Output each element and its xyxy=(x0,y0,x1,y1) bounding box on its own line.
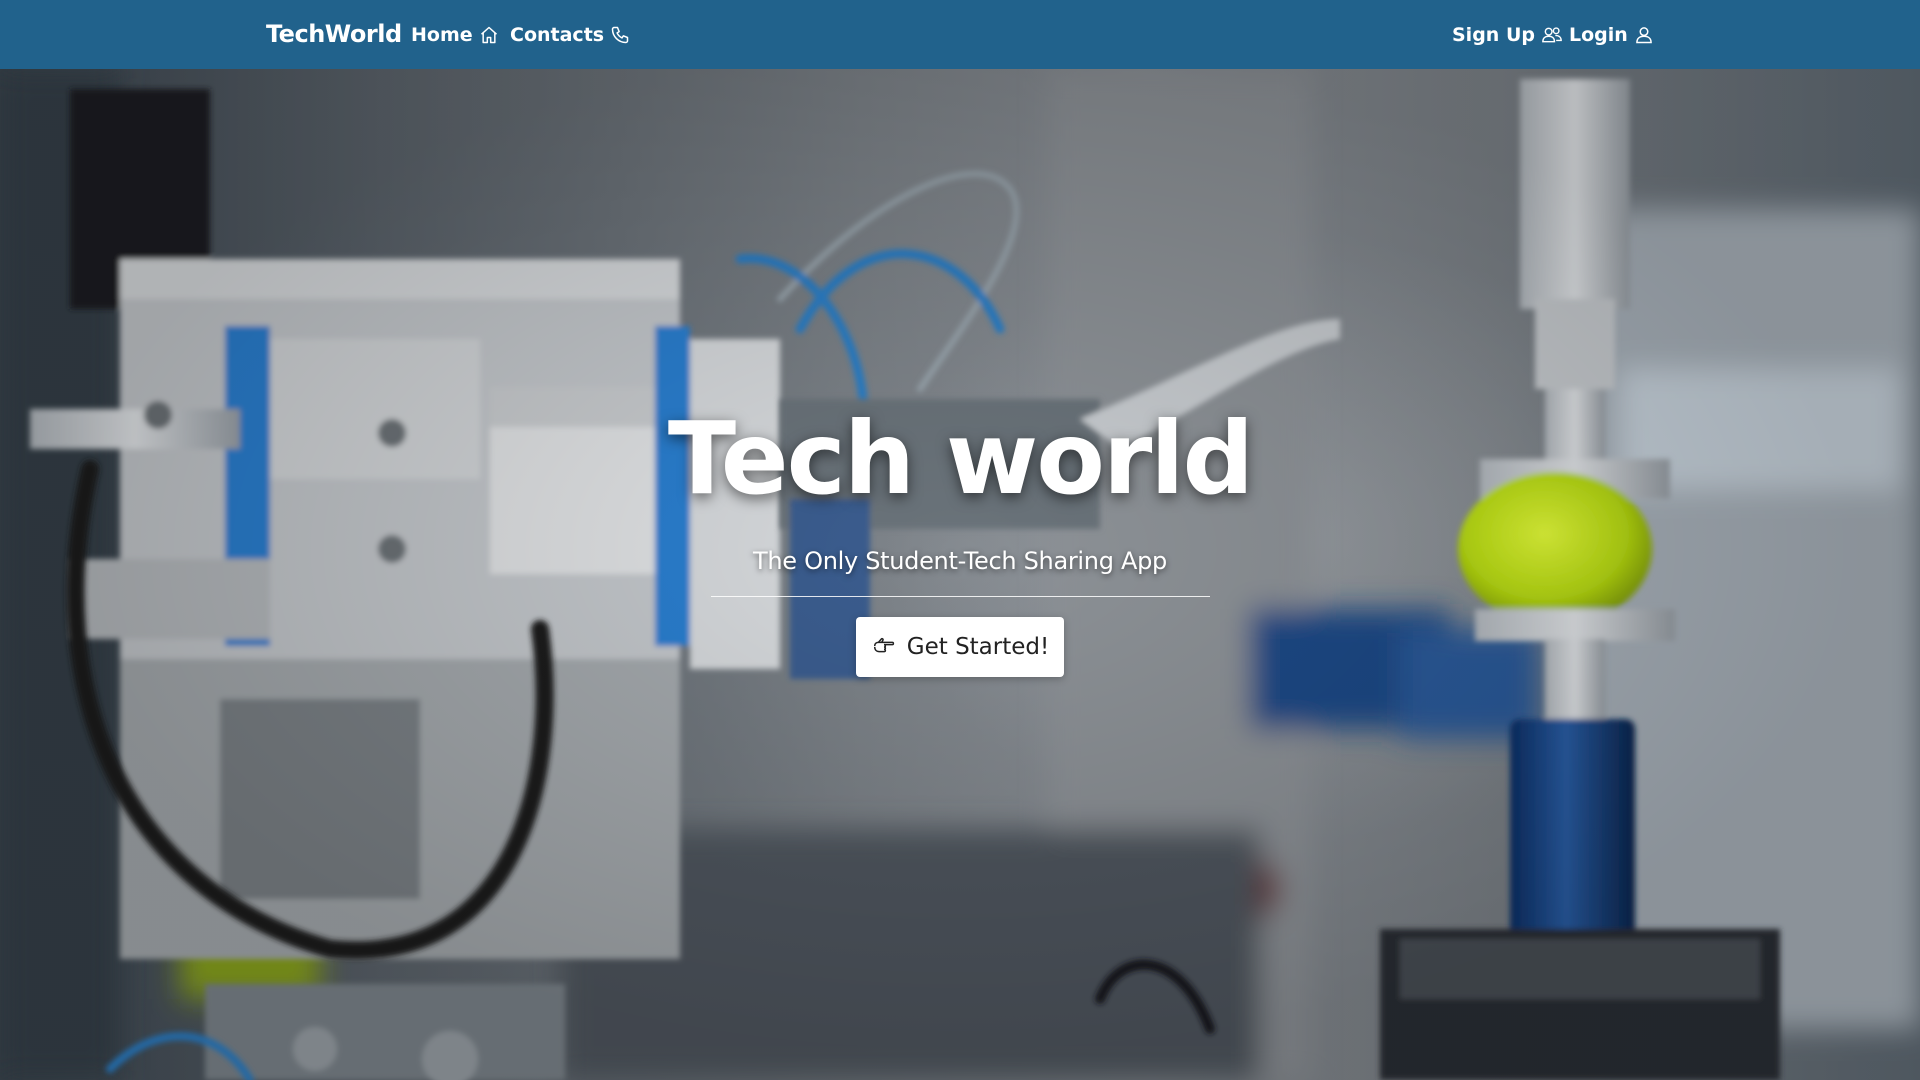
phone-icon xyxy=(611,26,629,43)
get-started-label: Get Started! xyxy=(906,634,1050,660)
hero-section: Tech world The Only Student-Tech Sharing… xyxy=(0,69,1920,1080)
hero-divider xyxy=(711,596,1210,597)
hand-pointer-icon xyxy=(873,637,894,653)
nav-contacts-link[interactable]: Contacts xyxy=(510,0,630,69)
hero-subtitle: The Only Student-Tech Sharing App xyxy=(753,547,1167,575)
nav-contacts-label: Contacts xyxy=(510,23,605,46)
user-icon xyxy=(1635,26,1652,43)
home-icon xyxy=(480,26,497,43)
nav-signup-label: Sign Up xyxy=(1452,23,1535,46)
brand-logo[interactable]: TechWorld xyxy=(266,0,402,69)
nav-login-link[interactable]: Login xyxy=(1569,0,1654,69)
nav-login-label: Login xyxy=(1569,23,1628,46)
users-icon xyxy=(1542,26,1562,42)
top-navbar: TechWorld Home Contacts Sign Up Login xyxy=(0,0,1920,69)
hero-title: Tech world xyxy=(667,400,1254,517)
nav-home-label: Home xyxy=(411,23,473,46)
nav-signup-link[interactable]: Sign Up xyxy=(1452,0,1563,69)
nav-home-link[interactable]: Home xyxy=(411,0,499,69)
get-started-button[interactable]: Get Started! xyxy=(856,617,1064,677)
